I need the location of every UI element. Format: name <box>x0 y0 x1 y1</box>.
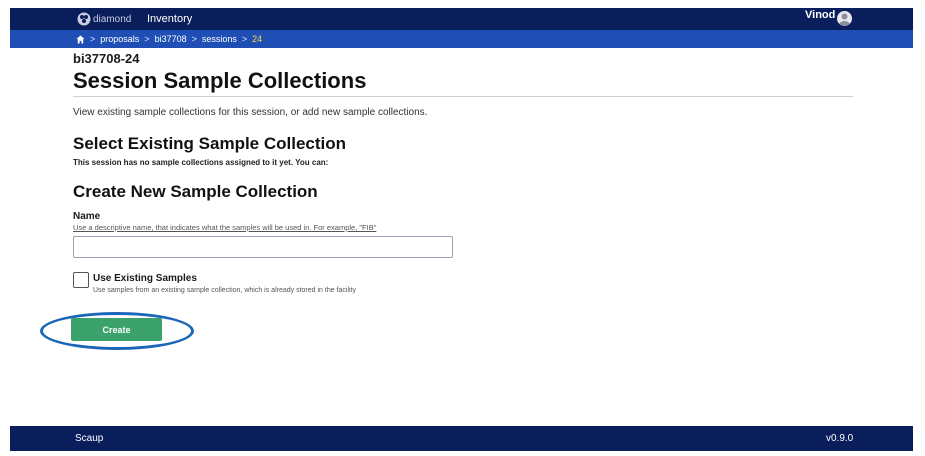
top-navbar: diamond Inventory Vinod <box>10 8 913 30</box>
use-existing-samples-help: Use samples from an existing sample coll… <box>93 287 357 294</box>
name-label: Name <box>73 211 101 222</box>
main-content: bi37708-24 Session Sample Collections Vi… <box>73 50 853 300</box>
create-button[interactable]: Create <box>71 318 162 341</box>
user-avatar-icon <box>839 13 850 26</box>
breadcrumb-separator: > <box>144 34 150 44</box>
title-divider <box>73 96 853 97</box>
user-name[interactable]: Vinod <box>805 9 835 21</box>
name-input[interactable] <box>73 236 453 258</box>
session-id: bi37708-24 <box>73 51 140 66</box>
use-existing-samples-label[interactable]: Use Existing Samples <box>93 273 197 284</box>
create-button-wrapper: Create <box>40 312 194 350</box>
no-collections-note: This session has no sample collections a… <box>73 158 329 167</box>
existing-collection-heading: Select Existing Sample Collection <box>73 134 347 153</box>
use-existing-samples-row: Use Existing Samples Use samples from an… <box>73 272 853 300</box>
breadcrumb-separator: > <box>241 34 248 44</box>
home-icon[interactable] <box>76 34 85 44</box>
footer: Scaup v0.9.0 <box>10 426 913 451</box>
diamond-logo-icon <box>77 12 91 26</box>
use-existing-samples-checkbox[interactable] <box>73 272 89 288</box>
breadcrumb-item-proposal[interactable]: bi37708 <box>155 34 187 44</box>
page-title: Session Sample Collections <box>73 68 367 93</box>
breadcrumb-item-proposals[interactable]: proposals <box>100 34 139 44</box>
footer-brand: Scaup <box>75 433 104 444</box>
breadcrumb-current: 24 <box>252 34 263 44</box>
breadcrumb-separator: > <box>191 34 197 44</box>
avatar[interactable] <box>837 11 852 26</box>
name-help: Use a descriptive name, that indicates w… <box>73 223 377 232</box>
footer-version: v0.9.0 <box>826 433 854 444</box>
breadcrumb: > proposals > bi37708 > sessions > 24 <box>10 30 913 48</box>
logo-text: diamond <box>93 13 132 25</box>
create-collection-heading: Create New Sample Collection <box>73 182 318 201</box>
diamond-logo[interactable]: diamond <box>77 11 131 27</box>
nav-inventory-link[interactable]: Inventory <box>147 13 192 25</box>
page-intro: View existing sample collections for thi… <box>73 107 428 118</box>
breadcrumb-separator: > <box>90 34 96 44</box>
breadcrumb-item-sessions[interactable]: sessions <box>202 34 237 44</box>
